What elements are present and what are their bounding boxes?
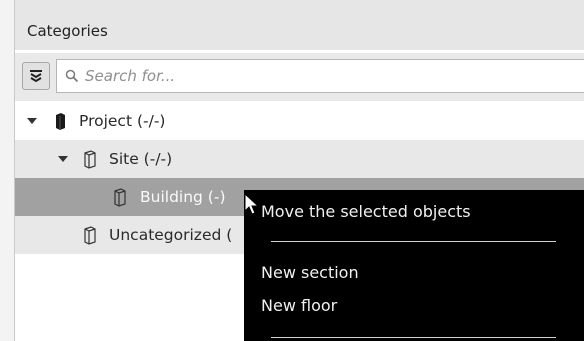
menu-item-move-selected[interactable]: Move the selected objects [261,202,471,221]
collapse-filter-button[interactable] [22,62,50,90]
menu-separator [271,337,556,338]
tree-item-label: Site (-/-) [109,150,173,168]
outline-box-icon [84,226,96,245]
outline-box-icon [84,150,96,169]
outline-box-icon [114,188,126,207]
panel-header: Categories [15,0,584,50]
menu-item-new-floor[interactable]: New floor [261,296,337,315]
toolbar [15,53,584,101]
tree-item-label: Uncategorized ( [109,226,233,244]
context-menu: Move the selected objects New section Ne… [244,190,584,341]
search-icon [65,69,79,83]
expand-triangle-icon[interactable] [58,156,68,162]
double-chevron-down-icon [30,70,42,83]
tree-item-label: Building (-) [140,188,226,206]
mouse-pointer-icon [244,193,260,215]
menu-separator [271,241,556,242]
search-input[interactable] [85,63,575,89]
expand-triangle-icon[interactable] [27,118,37,124]
menu-item-new-section[interactable]: New section [261,263,359,282]
tree-item-site[interactable]: Site (-/-) [15,140,584,178]
panel-title: Categories [27,22,108,40]
search-box[interactable] [56,59,584,93]
black-box-icon [56,113,65,130]
tree-item-label: Project (-/-) [79,112,166,130]
tree-item-project[interactable]: Project (-/-) [15,102,584,140]
